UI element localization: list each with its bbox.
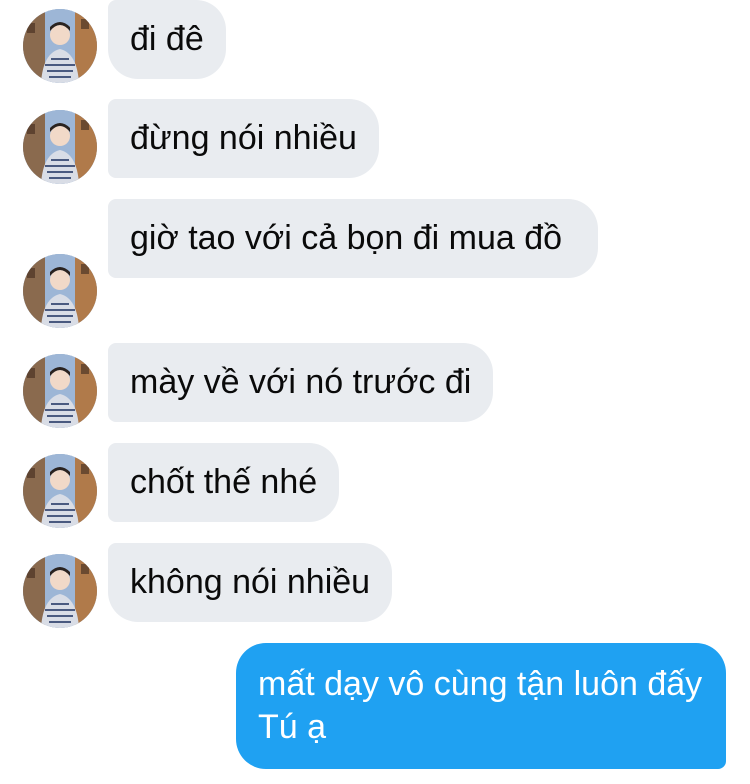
avatar[interactable] <box>23 9 97 83</box>
received-message-bubble[interactable]: giờ tao với cả bọn đi mua đồ <box>108 199 598 278</box>
avatar[interactable] <box>23 354 97 428</box>
avatar-photo-icon <box>23 9 97 83</box>
received-message-bubble[interactable]: mày về với nó trước đi <box>108 343 494 422</box>
chat-thread: đi đê đừng nói nhiều giờ tao với cả bọn … <box>0 0 750 784</box>
avatar[interactable] <box>23 454 97 528</box>
avatar[interactable] <box>23 110 97 184</box>
received-message-bubble[interactable]: đừng nói nhiều <box>108 99 379 178</box>
avatar[interactable] <box>23 254 97 328</box>
avatar-photo-icon <box>23 454 97 528</box>
sent-message-bubble[interactable]: mất dạy vô cùng tận luôn đấy Tú ạ <box>236 643 726 769</box>
avatar-photo-icon <box>23 554 97 628</box>
received-message-bubble[interactable]: không nói nhiều <box>108 543 393 622</box>
avatar-photo-icon <box>23 110 97 184</box>
avatar-photo-icon <box>23 254 97 328</box>
avatar[interactable] <box>23 554 97 628</box>
received-message-bubble[interactable]: chốt thế nhé <box>108 443 340 522</box>
avatar-photo-icon <box>23 354 97 428</box>
received-message-bubble[interactable]: đi đê <box>108 0 226 79</box>
